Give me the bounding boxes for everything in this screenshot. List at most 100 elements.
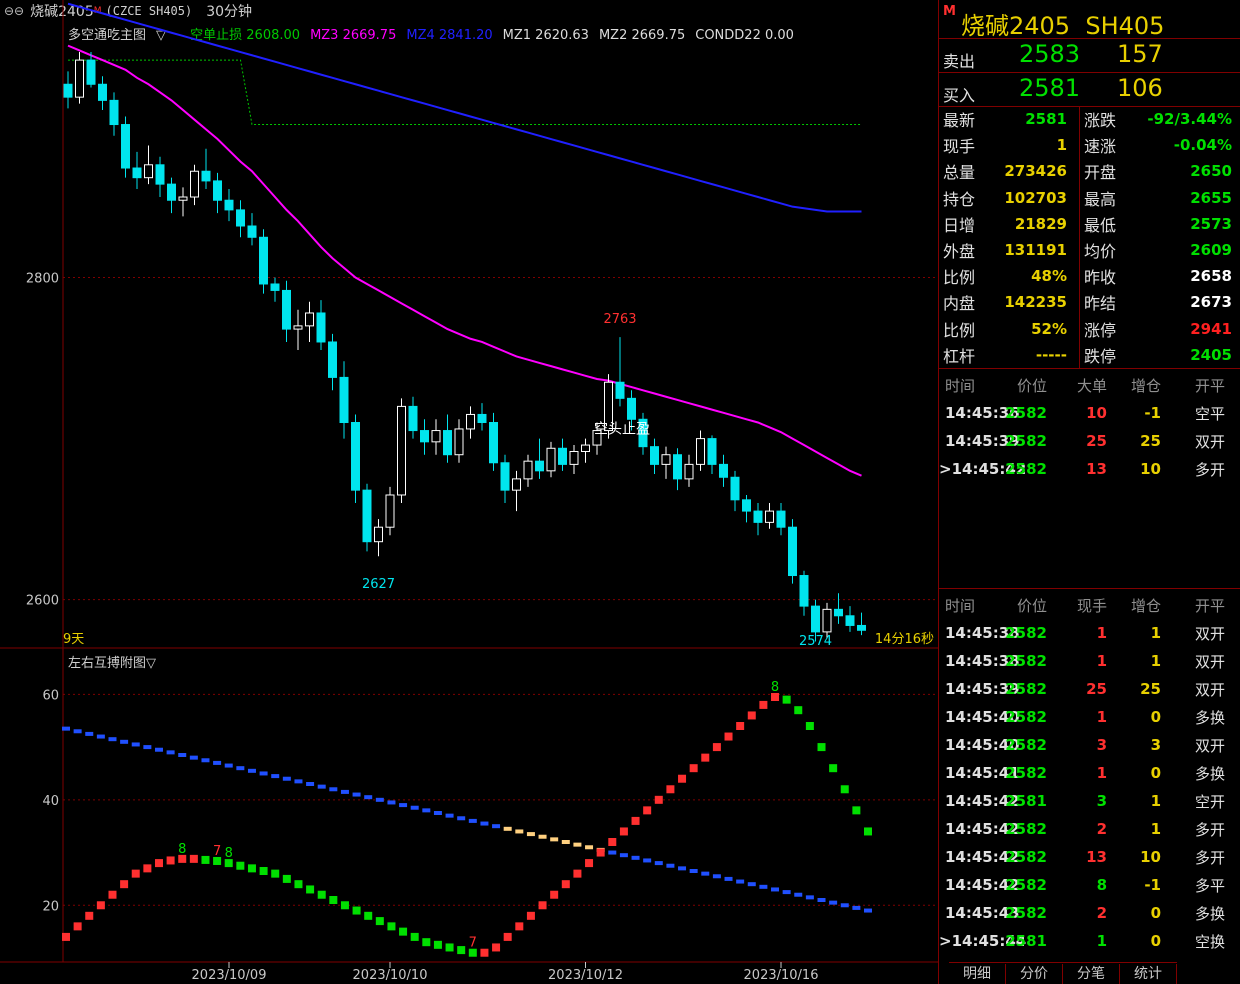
ask-label: 卖出 <box>943 52 976 71</box>
turn-marker: 8 <box>225 846 233 861</box>
sub-line-a-block <box>654 861 663 866</box>
stat-row-right-4: 最低 2573 <box>1084 211 1232 237</box>
stat-label: 昨结 <box>1084 294 1117 314</box>
y-tick-label: 40 <box>42 794 59 809</box>
sub-line-b-block <box>364 911 373 920</box>
sub-line-b-block <box>340 901 349 910</box>
table-row[interactable]: 14:45:39 2582 25 25 双开 <box>939 676 1239 702</box>
table-row[interactable]: 14:45:36 2582 10 -1 空平 <box>939 400 1239 426</box>
cell-volume: 1 <box>1096 624 1107 642</box>
sub-line-a-block <box>352 792 361 797</box>
stat-label: 总量 <box>943 163 976 183</box>
cell-price: 2582 <box>1005 624 1047 642</box>
cell-type: 多换 <box>1194 904 1225 923</box>
sub-line-b-block <box>166 856 175 865</box>
sub-line-b-block <box>538 901 547 910</box>
sub-line-a-block <box>759 884 768 889</box>
column-header: 现手 <box>1076 596 1107 615</box>
cell-volume: 13 <box>1086 848 1107 866</box>
ask-row[interactable]: 卖出 2583 157 <box>941 40 1239 72</box>
table-row[interactable]: 14:45:40 2582 1 0 多换 <box>939 704 1239 730</box>
table-row[interactable]: 14:45:41 2582 1 0 多换 <box>939 760 1239 786</box>
candle-body <box>224 199 234 211</box>
sub-line-a-block <box>236 766 245 771</box>
table-row[interactable]: >14:45:44 2581 1 0 空换 <box>939 928 1239 954</box>
stat-label: 开盘 <box>1084 163 1117 183</box>
sub-line-a-block <box>271 774 280 779</box>
cell-type: 双开 <box>1194 680 1225 699</box>
sub-line-a-block <box>422 808 431 813</box>
sub-line-a-block <box>643 858 652 863</box>
sub-line-b-block <box>352 906 361 915</box>
table-row[interactable]: 14:45:40 2582 3 3 双开 <box>939 732 1239 758</box>
stat-value: 2650 <box>1190 162 1232 181</box>
candle-body <box>213 180 222 201</box>
stat-label: 涨跌 <box>1084 111 1117 130</box>
sub-line-a-block <box>678 866 687 871</box>
stat-label: 比例 <box>943 320 976 340</box>
y-tick-label: 60 <box>42 688 59 703</box>
sub-line-a-block <box>375 797 384 802</box>
sub-line-b-block <box>561 880 570 889</box>
sub-line-a-block <box>178 753 187 757</box>
tab-detail[interactable]: 明细 <box>949 964 1006 984</box>
cell-volume: 3 <box>1096 736 1107 754</box>
cell-change: 10 <box>1140 848 1161 866</box>
sub-line-a-block <box>526 832 535 837</box>
table-row[interactable]: 14:45:42 2581 3 1 空开 <box>939 788 1239 814</box>
sub-line-b-block <box>143 864 152 873</box>
sub-line-a-block <box>666 863 675 868</box>
table-row[interactable]: 14:45:38 2582 1 1 双开 <box>939 620 1239 646</box>
sub-line-a-block <box>189 755 198 760</box>
bid-row[interactable]: 买入 2581 106 <box>941 74 1239 106</box>
cell-price: 2582 <box>1005 904 1047 922</box>
sub-line-b-block <box>306 885 315 894</box>
candle-body <box>684 463 694 480</box>
cell-price: 2582 <box>1005 460 1047 478</box>
table-row[interactable]: 14:45:42 2582 13 10 多开 <box>939 844 1239 870</box>
sub-line-a-block <box>85 731 94 736</box>
table-row[interactable]: 14:45:42 2582 8 -1 多平 <box>939 872 1239 898</box>
table-row[interactable]: 14:45:43 2582 2 0 多换 <box>939 900 1239 926</box>
candle-body <box>408 405 418 432</box>
cell-volume: 2 <box>1096 904 1107 922</box>
sub-line-a-block <box>73 729 82 734</box>
cell-change: 1 <box>1150 624 1161 642</box>
candle-body <box>845 615 855 626</box>
high-label: 2763 <box>603 312 636 327</box>
candle-body <box>305 312 314 327</box>
sub-line-a-block <box>852 905 861 910</box>
tab-price-dist[interactable]: 分价 <box>1006 964 1063 984</box>
stat-label: 昨收 <box>1084 268 1117 288</box>
stat-row-left-7: 内盘 142235 <box>943 289 1067 315</box>
cell-type: 多平 <box>1194 876 1225 895</box>
sub-line-a-block <box>329 787 338 792</box>
countdown-label: 14分16秒 <box>875 632 934 647</box>
stat-label: 比例 <box>943 268 976 288</box>
cell-type: 双开 <box>1194 652 1225 671</box>
stat-row-right-8: 涨停 2941 <box>1084 316 1232 342</box>
sub-line-a-block <box>387 800 396 805</box>
table-row[interactable]: 14:45:38 2582 1 1 双开 <box>939 648 1239 674</box>
table-row[interactable]: 14:45:39 2582 25 25 双开 <box>939 428 1239 454</box>
sub-line-b-block <box>550 890 559 899</box>
sub-line-b-block <box>852 806 861 815</box>
tab-tick[interactable]: 分笔 <box>1063 964 1120 984</box>
sub-indicator-name: 左右互搏附图 <box>68 656 147 671</box>
chart-canvas[interactable]: 28002600276326272574空头止盈9天 14分16秒6040208 7… <box>0 0 938 984</box>
table-row[interactable]: >14:45:42 2582 13 10 多开 <box>939 456 1239 482</box>
stat-row-left-6: 比例 48% <box>943 263 1067 289</box>
candle-body <box>730 476 740 501</box>
candle-body <box>696 438 705 465</box>
candle-body <box>86 59 96 85</box>
cell-volume: 25 <box>1086 680 1107 698</box>
column-header: 大单 <box>1076 376 1107 395</box>
column-header: 增仓 <box>1130 596 1161 615</box>
stat-label: 持仓 <box>943 189 976 209</box>
sub-legend[interactable]: 左右互搏附图▽ <box>68 652 156 671</box>
table-row[interactable]: 14:45:42 2582 2 1 多开 <box>939 816 1239 842</box>
cell-price: 2582 <box>1005 432 1047 450</box>
sub-line-a-block <box>317 784 326 789</box>
tab-stats[interactable]: 统计 <box>1120 964 1177 984</box>
cell-type: 空换 <box>1194 932 1225 951</box>
